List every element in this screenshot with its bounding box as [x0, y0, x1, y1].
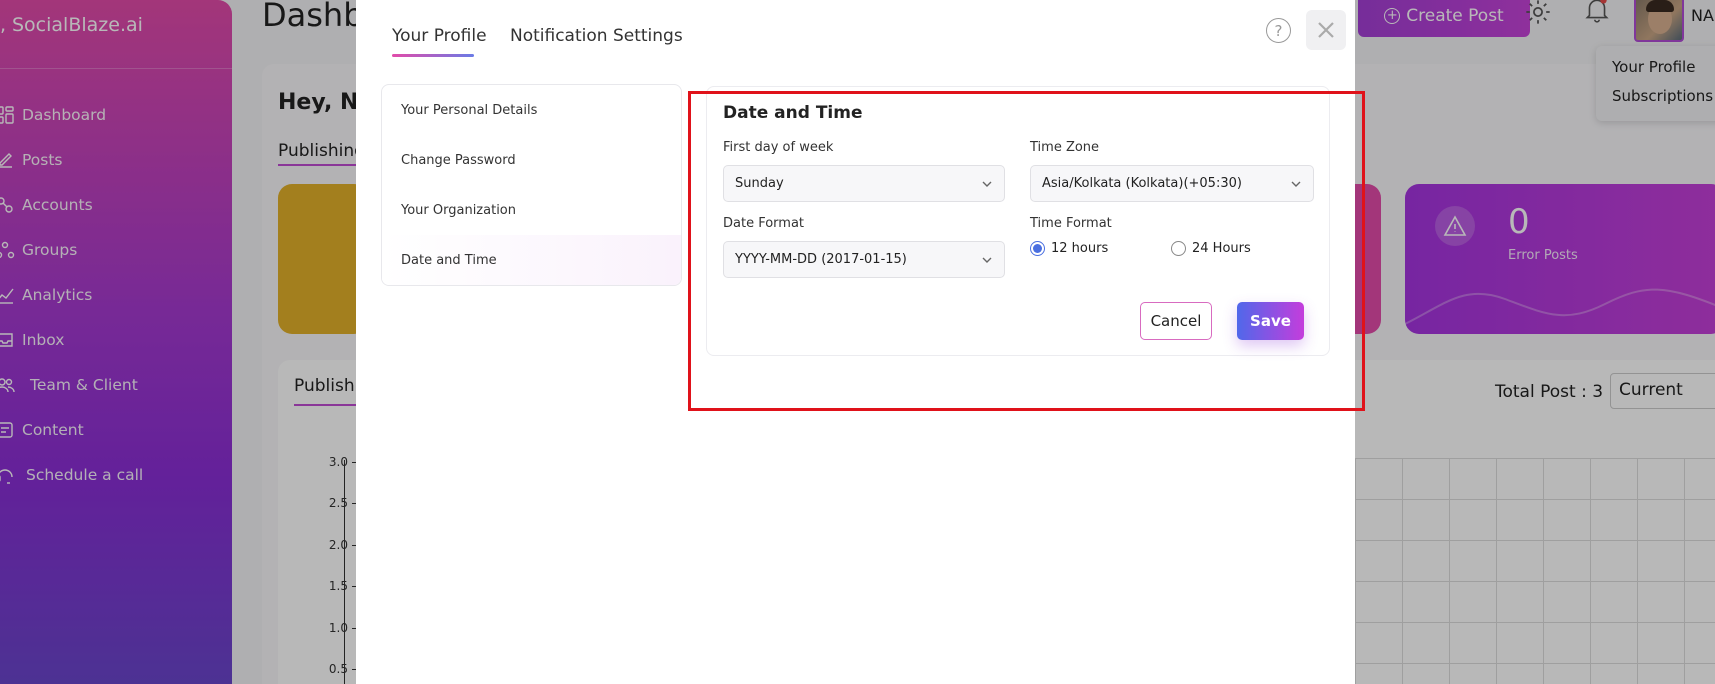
menu-date-and-time[interactable]: Date and Time [382, 235, 681, 285]
help-icon[interactable]: ? [1266, 18, 1291, 43]
close-icon [1318, 22, 1334, 38]
close-button[interactable] [1306, 10, 1346, 50]
tab-your-profile[interactable]: Your Profile [392, 26, 487, 46]
tab-notification-settings[interactable]: Notification Settings [510, 26, 683, 46]
menu-your-organization[interactable]: Your Organization [382, 185, 681, 235]
highlight-box [688, 91, 1365, 411]
active-tab-indicator [392, 54, 474, 57]
profile-settings-menu: Your Personal Details Change Password Yo… [381, 84, 682, 286]
menu-personal-details[interactable]: Your Personal Details [382, 85, 681, 135]
menu-change-password[interactable]: Change Password [382, 135, 681, 185]
